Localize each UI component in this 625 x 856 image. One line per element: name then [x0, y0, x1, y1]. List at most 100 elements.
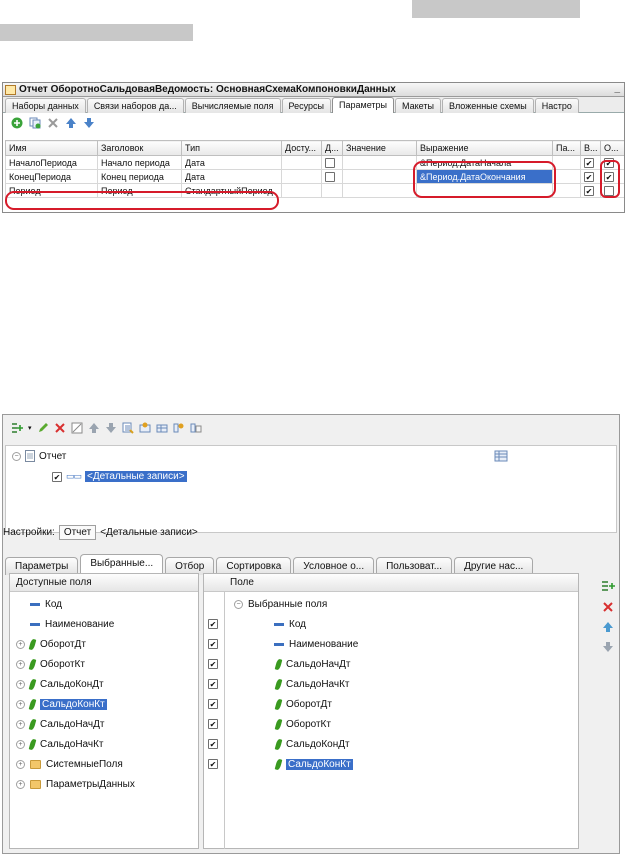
selected-field-row[interactable]: СальдоКонДт — [208, 736, 350, 752]
minimize-button[interactable]: _ — [614, 83, 620, 94]
v-checkbox[interactable] — [584, 171, 594, 182]
cell-d[interactable] — [321, 183, 343, 198]
add-grouping-icon[interactable] — [11, 422, 23, 434]
cell-d[interactable] — [321, 169, 343, 184]
dropdown-arrow-icon[interactable]: ▾ — [28, 424, 32, 432]
o-checkbox[interactable] — [604, 157, 614, 168]
add-field-icon[interactable] — [601, 579, 615, 593]
expand-icon[interactable]: + — [16, 719, 25, 729]
use-checkbox[interactable] — [208, 679, 218, 689]
expand-icon[interactable]: + — [16, 679, 25, 689]
breadcrumb-child[interactable]: <Детальные записи> — [100, 527, 198, 538]
available-field-balance-start-kt[interactable]: + СальдоНачКт — [16, 736, 104, 752]
o-checkbox[interactable] — [604, 185, 614, 196]
selected-field-row[interactable]: ОборотДт — [208, 696, 332, 712]
tab-datasets[interactable]: Наборы данных — [5, 98, 86, 113]
available-field-turnover-kt[interactable]: + ОборотКт — [16, 656, 85, 672]
cell-access[interactable] — [281, 169, 322, 184]
expand-icon[interactable]: + — [16, 699, 25, 709]
selected-field-row[interactable]: ОборотКт — [208, 716, 331, 732]
cell-d[interactable] — [321, 155, 343, 170]
tab-calculated-fields[interactable]: Вычисляемые поля — [184, 98, 281, 113]
v-checkbox[interactable] — [584, 157, 594, 168]
cell-type[interactable]: СтандартныйПериод — [181, 183, 282, 198]
available-field-system-fields[interactable]: + СистемныеПоля — [16, 756, 123, 772]
selected-field-row[interactable]: Наименование — [208, 636, 358, 652]
use-checkbox[interactable] — [208, 639, 218, 649]
expand-icon[interactable]: + — [16, 639, 25, 649]
group-icon[interactable] — [122, 422, 134, 434]
table-row[interactable]: НачалоПериода Начало периода Дата &Перио… — [5, 155, 624, 170]
cell-value[interactable] — [342, 169, 417, 184]
use-checkbox[interactable] — [52, 471, 62, 482]
new-group-icon[interactable] — [139, 422, 151, 434]
new-table-icon[interactable] — [156, 422, 168, 434]
table-view-icon[interactable] — [494, 450, 508, 462]
new-nested-icon[interactable] — [190, 422, 202, 434]
cell-v[interactable] — [580, 183, 601, 198]
available-field-name[interactable]: Наименование — [16, 616, 114, 632]
cell-type[interactable]: Дата — [181, 169, 282, 184]
table-row[interactable]: Период Период СтандартныйПериод — [5, 183, 624, 198]
tab-parameters[interactable]: Параметры — [332, 97, 394, 113]
available-field-data-parameters[interactable]: + ПараметрыДанных — [16, 776, 135, 792]
tab-layouts[interactable]: Макеты — [395, 98, 441, 113]
cell-o[interactable] — [600, 169, 624, 184]
col-header-pa[interactable]: Па... — [552, 140, 581, 156]
use-checkbox[interactable] — [208, 719, 218, 729]
col-header-v[interactable]: В... — [580, 140, 601, 156]
cell-value[interactable] — [342, 183, 417, 198]
tab-settings[interactable]: Настро — [534, 98, 579, 113]
selected-field-row[interactable]: СальдоНачДт — [208, 656, 350, 672]
cell-title[interactable]: Период — [97, 183, 182, 198]
use-checkbox[interactable] — [208, 759, 218, 769]
expand-icon[interactable]: + — [16, 739, 25, 749]
cell-pa[interactable] — [552, 155, 581, 170]
tab-selected-fields[interactable]: Выбранные... — [80, 554, 164, 575]
edit-icon[interactable] — [37, 422, 49, 434]
cell-name[interactable]: НачалоПериода — [5, 155, 98, 170]
selected-field-row[interactable]: СальдоНачКт — [208, 676, 350, 692]
d-checkbox[interactable] — [325, 171, 335, 182]
d-checkbox[interactable] — [325, 157, 335, 168]
table-row[interactable]: КонецПериода Конец периода Дата &Период.… — [5, 169, 624, 184]
tree-node-report[interactable]: − Отчет — [12, 450, 66, 462]
use-checkbox[interactable] — [208, 619, 218, 629]
col-header-value[interactable]: Значение — [342, 140, 417, 156]
cell-name[interactable]: КонецПериода — [5, 169, 98, 184]
o-checkbox[interactable] — [604, 171, 614, 182]
expand-icon[interactable]: + — [16, 659, 25, 669]
move-down-icon[interactable] — [602, 641, 614, 653]
col-header-type[interactable]: Тип — [181, 140, 282, 156]
selected-group-node[interactable]: − Выбранные поля — [234, 596, 327, 612]
cell-o[interactable] — [600, 155, 624, 170]
available-field-code[interactable]: Код — [16, 596, 62, 612]
move-down-icon[interactable] — [83, 117, 95, 129]
available-field-turnover-dt[interactable]: + ОборотДт — [16, 636, 86, 652]
col-header-name[interactable]: Имя — [5, 140, 98, 156]
col-header-access[interactable]: Досту... — [281, 140, 322, 156]
cell-value[interactable] — [342, 155, 417, 170]
col-header-expression[interactable]: Выражение — [416, 140, 553, 156]
available-field-balance-start-dt[interactable]: + СальдоНачДт — [16, 716, 104, 732]
expand-icon[interactable]: + — [16, 779, 25, 789]
cell-expression[interactable]: &Период.ДатаОкончания — [416, 169, 553, 184]
col-header-title[interactable]: Заголовок — [97, 140, 182, 156]
disable-icon[interactable] — [71, 422, 83, 434]
expand-icon[interactable]: + — [16, 759, 25, 769]
use-checkbox[interactable] — [208, 699, 218, 709]
cell-access[interactable] — [281, 155, 322, 170]
breadcrumb-root[interactable]: Отчет — [58, 525, 97, 540]
tree-node-detail-records[interactable]: ▭▭ <Детальные записи> — [52, 471, 187, 482]
cell-expression[interactable] — [416, 183, 553, 198]
move-up-icon[interactable] — [602, 621, 614, 633]
cell-type[interactable]: Дата — [181, 155, 282, 170]
selected-field-row[interactable]: Код — [208, 616, 306, 632]
col-header-d[interactable]: Д... — [321, 140, 343, 156]
cell-title[interactable]: Конец периода — [97, 169, 182, 184]
delete-icon[interactable] — [47, 117, 59, 129]
available-field-balance-end-dt[interactable]: + СальдоКонДт — [16, 676, 104, 692]
cell-pa[interactable] — [552, 169, 581, 184]
cell-pa[interactable] — [552, 183, 581, 198]
use-checkbox[interactable] — [208, 659, 218, 669]
